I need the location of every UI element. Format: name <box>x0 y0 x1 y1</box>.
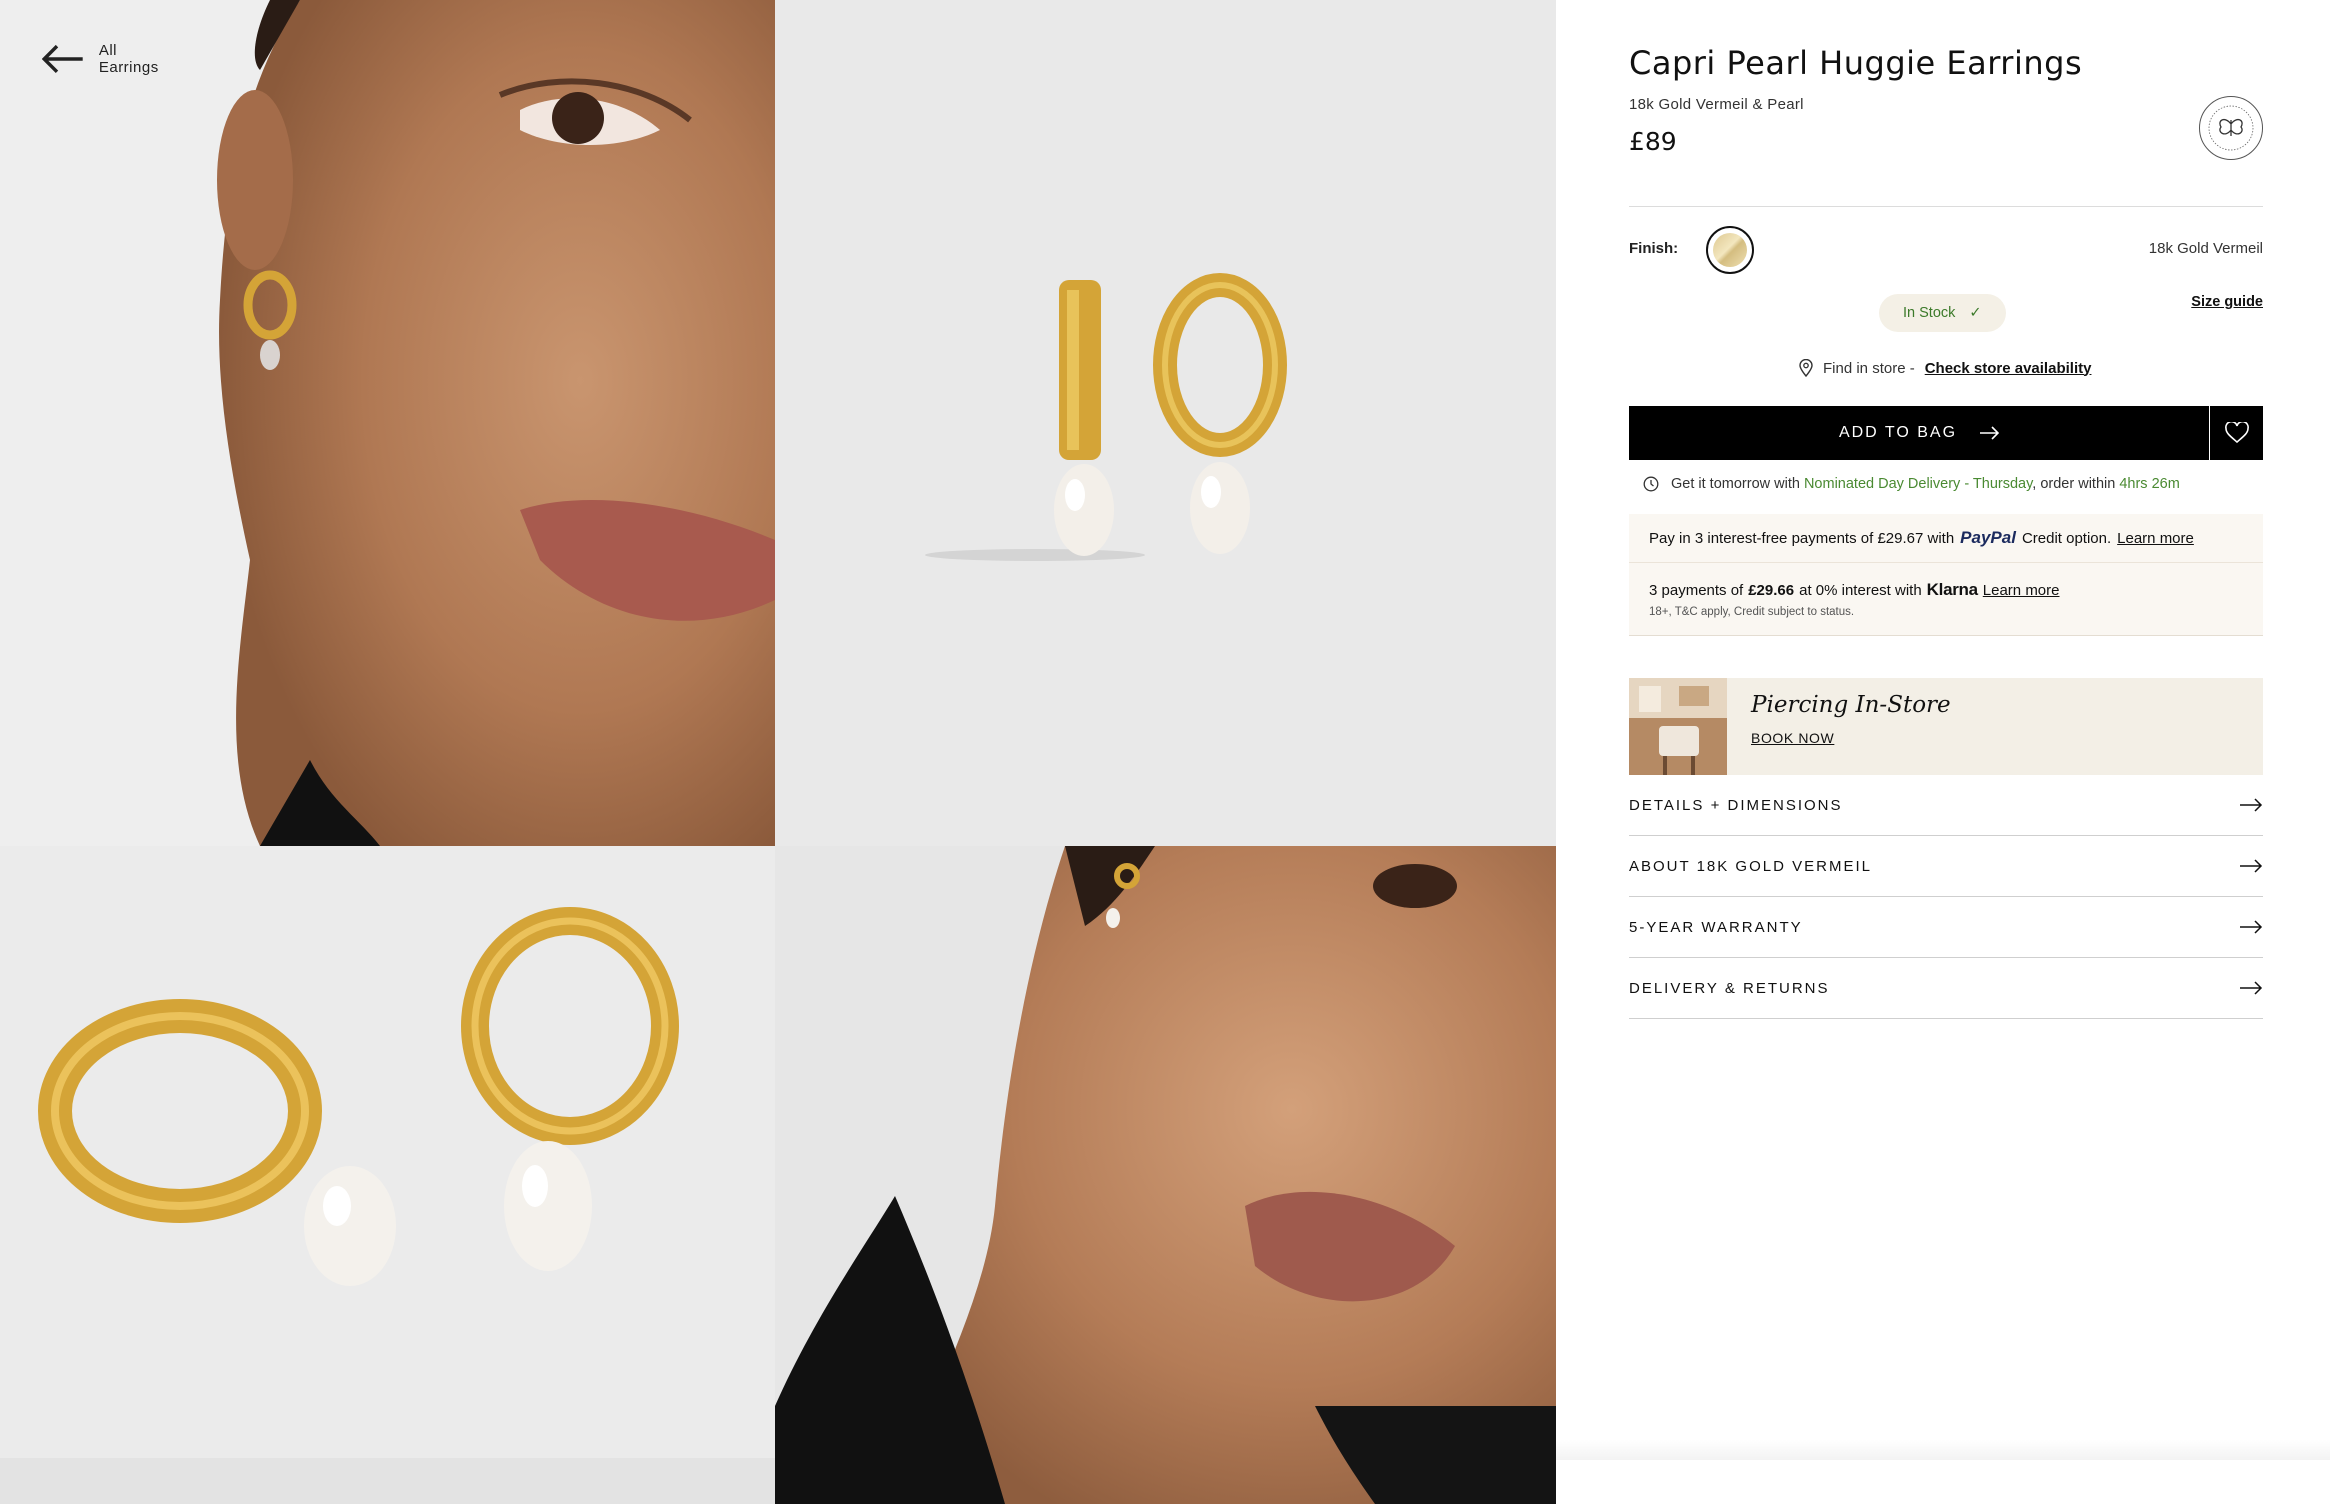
delivery-countdown: 4hrs 26m <box>2119 476 2180 492</box>
klarna-pre: 3 payments of <box>1649 582 1744 599</box>
finish-swatch-gold[interactable] <box>1706 226 1754 274</box>
add-to-bag-button[interactable]: ADD TO BAG <box>1629 406 2209 460</box>
add-to-bag-label: ADD TO BAG <box>1838 424 1958 441</box>
accordion-label: ABOUT 18K GOLD VERMEIL <box>1629 857 1872 875</box>
paypal-learn-more-link[interactable]: Learn more <box>2117 530 2194 547</box>
gold-swatch-fill <box>1713 233 1747 267</box>
gallery-image-product-flatlay[interactable] <box>0 846 775 1504</box>
wishlist-button[interactable] <box>2210 406 2263 460</box>
piercing-studio-image <box>1629 678 1727 775</box>
arrow-right-icon <box>1980 426 2000 440</box>
back-link-label: All Earrings <box>98 42 159 76</box>
arrow-right-icon <box>2240 859 2263 873</box>
arrow-right-icon <box>2240 920 2263 934</box>
delivery-option: Nominated Day Delivery - Thursday <box>1803 476 2033 492</box>
model-side-image <box>775 846 1556 1504</box>
book-now-link[interactable]: BOOK NOW <box>1751 730 1834 746</box>
divider <box>1629 206 2263 207</box>
piercing-promo-text: Piercing In-Store BOOK NOW <box>1727 678 1975 775</box>
back-to-all-earrings-link[interactable]: All Earrings <box>42 42 159 76</box>
payment-options-box: Pay in 3 interest-free payments of £29.6… <box>1629 514 2263 636</box>
arrow-right-icon <box>2240 981 2263 995</box>
klarna-message: 3 payments of £29.66 at 0% interest with… <box>1649 580 2060 600</box>
delivery-prefix: Get it tomorrow with <box>1671 476 1800 492</box>
delivery-estimate: Get it tomorrow with Nominated Day Deliv… <box>1643 476 2180 492</box>
product-page: All Earrings Capri Pearl Huggie Earrings… <box>0 0 2330 1504</box>
klarna-logo: Klarna <box>1926 580 1978 599</box>
stock-status-label: In Stock <box>1903 305 1956 321</box>
finish-selected-value: 18k Gold Vermeil <box>2148 240 2263 257</box>
earrings-flatlay-image <box>0 846 775 1504</box>
accordion-label: 5-YEAR WARRANTY <box>1629 918 1803 936</box>
klarna-amount: £29.66 <box>1748 582 1795 599</box>
product-gallery: All Earrings <box>0 0 1556 1504</box>
earrings-product-image <box>775 0 1556 846</box>
accordion-about-gold-vermeil[interactable]: ABOUT 18K GOLD VERMEIL <box>1629 836 2263 897</box>
finish-label: Finish: <box>1629 240 1679 257</box>
accordion-label: DELIVERY & RETURNS <box>1629 979 1830 997</box>
paypal-text: Pay in 3 interest-free payments of £29.6… <box>1649 530 1955 547</box>
clock-icon <box>1643 476 1659 492</box>
location-pin-icon <box>1799 359 1813 377</box>
accordion-warranty[interactable]: 5-YEAR WARRANTY <box>1629 897 2263 958</box>
arrow-left-icon <box>42 44 83 74</box>
check-store-availability-link[interactable]: Check store availability <box>1925 360 2092 377</box>
accordion-delivery-returns[interactable]: DELIVERY & RETURNS <box>1629 958 2263 1019</box>
gallery-image-product-front[interactable] <box>775 0 1556 846</box>
product-material: 18k Gold Vermeil & Pearl <box>1629 96 1804 113</box>
find-store-prefix: Find in store - <box>1823 359 1915 377</box>
piercing-promo-banner[interactable]: Piercing In-Store BOOK NOW <box>1629 678 2263 775</box>
paypal-message: Pay in 3 interest-free payments of £29.6… <box>1649 528 2194 548</box>
heart-icon <box>2224 422 2249 444</box>
accordion-label: DETAILS + DIMENSIONS <box>1629 796 1843 814</box>
klarna-legal-note: 18+, T&C apply, Credit subject to status… <box>1649 606 1855 618</box>
butterfly-brand-badge-icon <box>2199 96 2263 160</box>
stock-status-badge: In Stock ✓ <box>1879 294 2006 332</box>
piercing-title: Piercing In-Store <box>1751 692 1951 718</box>
product-title: Capri Pearl Huggie Earrings <box>1629 44 2083 82</box>
klarna-learn-more-link[interactable]: Learn more <box>1983 582 2060 599</box>
model-face-image <box>0 0 775 846</box>
delivery-middle: , order within <box>2032 476 2116 492</box>
product-price: £89 <box>1629 127 1677 156</box>
check-icon: ✓ <box>1969 305 1982 321</box>
product-info-panel: Capri Pearl Huggie Earrings 18k Gold Ver… <box>1629 0 2263 1504</box>
paypal-logo: PayPal <box>1960 528 2016 547</box>
size-guide-link[interactable]: Size guide <box>2191 294 2263 310</box>
accordion-details-dimensions[interactable]: DETAILS + DIMENSIONS <box>1629 775 2263 836</box>
arrow-right-icon <box>2240 798 2263 812</box>
gallery-image-model-closeup[interactable]: All Earrings <box>0 0 775 846</box>
paypal-suffix: Credit option. <box>2021 530 2112 547</box>
gallery-image-model-side[interactable] <box>775 846 1556 1504</box>
find-in-store: Find in store - Check store availability <box>1799 359 2091 377</box>
divider <box>1629 562 2263 563</box>
klarna-post: at 0% interest with <box>1799 582 1922 599</box>
